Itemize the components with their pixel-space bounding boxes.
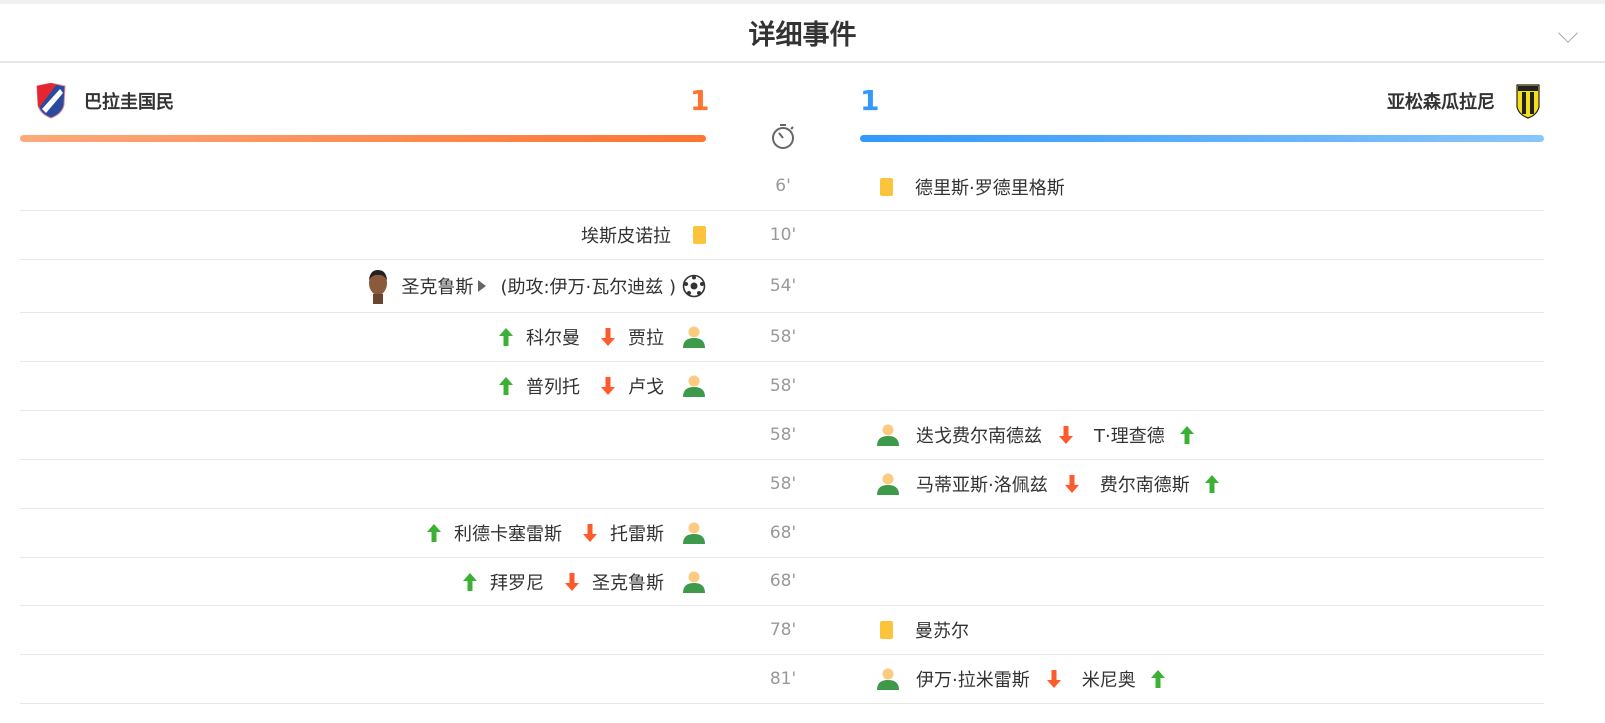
sub-in-player[interactable]: 利德卡塞雷斯 xyxy=(454,520,562,546)
sub-out-arrow-icon xyxy=(1046,669,1062,689)
player-photo xyxy=(365,268,391,304)
sub-out-arrow-icon xyxy=(1064,474,1080,494)
stopwatch-icon xyxy=(772,124,794,149)
sub-out-player[interactable]: 卢戈 xyxy=(628,373,664,399)
event-minute: 81' xyxy=(769,668,797,689)
caret-right-icon xyxy=(478,280,487,292)
sub-in-arrow-icon xyxy=(498,376,514,396)
away-team-logo xyxy=(1511,83,1545,119)
sub-out-player[interactable]: 贾拉 xyxy=(628,324,664,350)
event-left: 利德卡塞雷斯 托雷斯 xyxy=(426,509,706,557)
substitution-icon xyxy=(682,571,706,593)
event-right: 伊万·拉米雷斯 米尼奥 xyxy=(868,655,1166,703)
yellow-card-icon xyxy=(880,621,893,639)
event-right: 德里斯·罗德里格斯 xyxy=(868,163,1065,210)
sub-in-arrow-icon xyxy=(1204,474,1220,494)
home-team-logo xyxy=(34,83,68,119)
substitution-icon xyxy=(682,522,706,544)
event-row: 58' 科尔曼 贾拉 xyxy=(20,313,1544,362)
event-row: 81' 伊万·拉米雷斯 米尼奥 xyxy=(20,655,1544,704)
player-name[interactable]: 德里斯·罗德里格斯 xyxy=(915,174,1065,200)
sub-in-player[interactable]: 普列托 xyxy=(526,373,580,399)
event-row: 58' 马蒂亚斯·洛佩兹 费尔南德斯 xyxy=(20,460,1544,509)
sub-out-arrow-icon xyxy=(1058,425,1074,445)
substitution-icon xyxy=(876,424,900,446)
event-row: 6' 德里斯·罗德里格斯 xyxy=(20,163,1544,211)
event-left: 普列托 卢戈 xyxy=(498,362,706,410)
sub-in-player[interactable]: 费尔南德斯 xyxy=(1100,471,1190,497)
sub-in-arrow-icon xyxy=(426,523,442,543)
substitution-icon xyxy=(876,473,900,495)
event-left: 埃斯皮诺拉 xyxy=(581,211,706,259)
sub-out-player[interactable]: 圣克鲁斯 xyxy=(592,569,664,595)
home-team-name: 巴拉圭国民 xyxy=(84,92,174,113)
sub-out-arrow-icon xyxy=(564,572,580,592)
substitution-icon xyxy=(876,668,900,690)
yellow-card-icon xyxy=(880,177,893,196)
sub-out-player[interactable]: 迭戈费尔南德兹 xyxy=(916,422,1042,448)
substitution-icon xyxy=(682,375,706,397)
away-score: 1 xyxy=(860,84,880,117)
event-row: 68' 拜罗尼 圣克鲁斯 xyxy=(20,558,1544,606)
event-left: 拜罗尼 圣克鲁斯 xyxy=(462,558,706,605)
sub-out-arrow-icon xyxy=(600,376,616,396)
assist-text: (助攻:伊万·瓦尔迪兹 ) xyxy=(500,277,676,298)
event-row: 68' 利德卡塞雷斯 托雷斯 xyxy=(20,509,1544,558)
event-right: 曼苏尔 xyxy=(868,606,969,654)
home-score: 1 xyxy=(690,84,710,117)
sub-out-arrow-icon xyxy=(582,523,598,543)
sub-out-player[interactable]: 托雷斯 xyxy=(610,520,664,546)
sub-in-arrow-icon xyxy=(1150,669,1166,689)
event-minute: 78' xyxy=(769,619,797,640)
event-row: 54' 圣克鲁斯 (助攻:伊万·瓦尔迪兹 ) xyxy=(20,260,1544,313)
event-minute: 68' xyxy=(769,571,797,591)
event-left: 科尔曼 贾拉 xyxy=(498,313,706,361)
home-team: 巴拉圭国民 xyxy=(34,83,174,119)
goal-ball-icon xyxy=(682,274,706,298)
sub-in-arrow-icon xyxy=(498,327,514,347)
event-right: 迭戈费尔南德兹 T·理查德 xyxy=(868,411,1195,459)
event-minute: 58' xyxy=(769,326,797,347)
away-team-name: 亚松森瓜拉尼 xyxy=(1387,92,1495,113)
sub-out-player[interactable]: 伊万·拉米雷斯 xyxy=(916,666,1030,692)
away-team: 亚松森瓜拉尼 xyxy=(1387,83,1545,119)
page-title: 详细事件 xyxy=(748,20,857,51)
sub-out-player[interactable]: 马蒂亚斯·洛佩兹 xyxy=(916,471,1048,497)
event-minute: 54' xyxy=(769,275,797,296)
event-row: 58' 普列托 卢戈 xyxy=(20,362,1544,411)
event-minute: 10' xyxy=(769,224,797,245)
event-minute: 68' xyxy=(769,522,797,543)
sub-in-arrow-icon xyxy=(1179,425,1195,445)
event-minute: 58' xyxy=(769,473,797,494)
yellow-card-icon xyxy=(693,226,706,244)
sub-in-player[interactable]: 拜罗尼 xyxy=(490,569,544,595)
event-minute: 58' xyxy=(769,375,797,396)
sub-in-player[interactable]: 科尔曼 xyxy=(526,324,580,350)
event-minute: 6' xyxy=(775,176,791,196)
event-left: 圣克鲁斯 (助攻:伊万·瓦尔迪兹 ) xyxy=(365,260,706,312)
sub-in-player[interactable]: T·理查德 xyxy=(1094,422,1165,448)
player-name[interactable]: 圣克鲁斯 xyxy=(401,273,473,299)
sub-in-arrow-icon xyxy=(462,572,478,592)
player-name[interactable]: 埃斯皮诺拉 xyxy=(581,222,671,248)
home-bar xyxy=(20,135,706,142)
event-minute: 58' xyxy=(769,424,797,445)
away-bar xyxy=(860,135,1544,142)
event-row: 10' 埃斯皮诺拉 xyxy=(20,211,1544,260)
player-name[interactable]: 曼苏尔 xyxy=(915,617,969,643)
event-row: 58' 迭戈费尔南德兹 T·理查德 xyxy=(20,411,1544,460)
event-right: 马蒂亚斯·洛佩兹 费尔南德斯 xyxy=(868,460,1220,508)
event-row: 78' 曼苏尔 xyxy=(20,606,1544,655)
chevron-down-icon[interactable] xyxy=(1558,23,1578,43)
substitution-icon xyxy=(682,326,706,348)
sub-in-player[interactable]: 米尼奥 xyxy=(1082,666,1136,692)
sub-out-arrow-icon xyxy=(600,327,616,347)
section-header[interactable]: 详细事件 xyxy=(0,4,1605,63)
